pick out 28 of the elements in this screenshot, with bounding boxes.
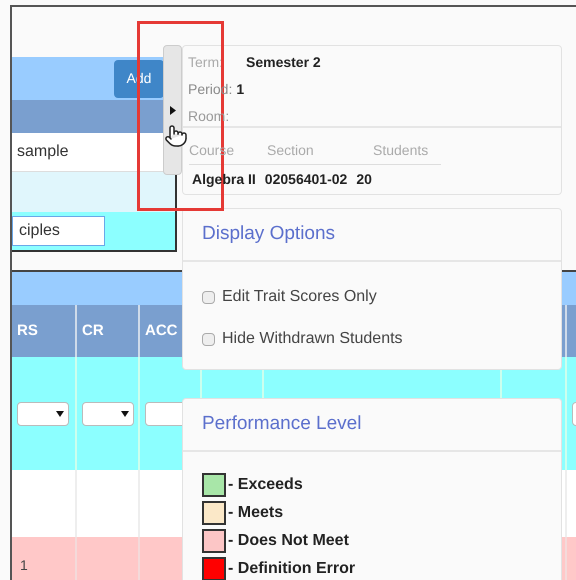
expand-arrow-icon [170, 106, 176, 114]
table-cell: 1 [20, 557, 28, 573]
option-label: Hide Withdrawn Students [222, 329, 403, 349]
column-header: ACC [145, 320, 178, 341]
performance-level-title: Performance Level [202, 412, 362, 436]
period-value: 1 [236, 80, 244, 99]
legend-label: - Meets [228, 503, 284, 523]
caret-icon [56, 410, 64, 416]
display-options-title: Display Options [202, 222, 336, 246]
caret-icon [121, 410, 129, 416]
column-header: Section [267, 141, 315, 160]
column-header: RS [17, 320, 38, 341]
term-label: Term: [188, 53, 224, 72]
legend-label: - Definition Error [228, 559, 356, 579]
column-header: CR [82, 320, 104, 341]
legend-label: - Does Not Meet [228, 531, 349, 551]
table-cell-text: 20 [356, 170, 372, 189]
legend-label: - Exceeds [228, 475, 303, 495]
dropdown-select[interactable] [17, 402, 69, 426]
dropdown-select[interactable] [82, 402, 134, 426]
option-label: Edit Trait Scores Only [222, 287, 377, 307]
name-field[interactable]: ciples [12, 216, 105, 246]
checkbox[interactable] [202, 332, 215, 346]
collapse-handle[interactable] [163, 45, 182, 175]
term-value: Semester 2 [246, 53, 321, 72]
table-cell-text: 02056401-02 [264, 170, 348, 189]
column-header: Students [373, 141, 428, 160]
checkbox[interactable] [202, 290, 215, 304]
